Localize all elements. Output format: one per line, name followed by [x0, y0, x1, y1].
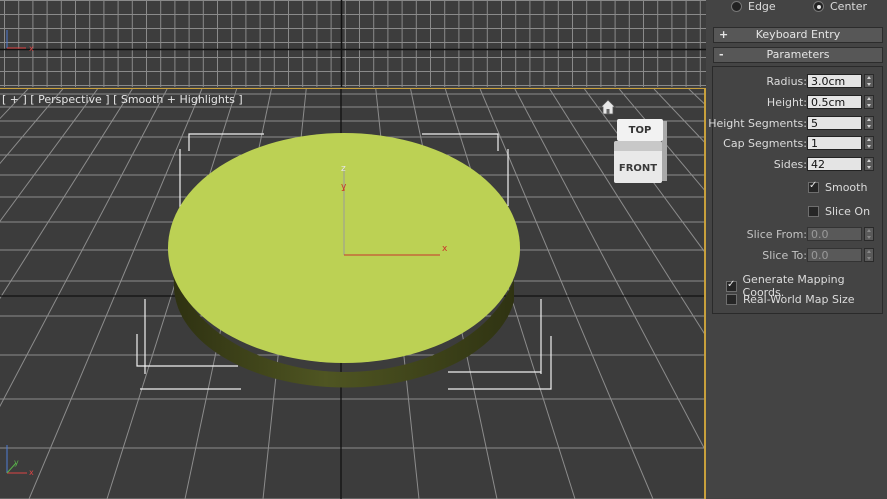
- perspective-viewport[interactable]: z y x x y [ + ] [ Perspective ] [ Smooth…: [0, 88, 706, 499]
- pivot-radio-group: Edge Center: [707, 0, 887, 14]
- height-label: Height:: [766, 96, 807, 109]
- parameters-panel: Radius: 3.0cm Height: 0.5cm Height Segme…: [708, 66, 883, 314]
- top-viewport[interactable]: x: [0, 0, 706, 87]
- cap-segments-spinner[interactable]: [864, 136, 874, 150]
- height-row: Height: 0.5cm: [713, 95, 882, 111]
- real-world-map-label: Real-World Map Size: [743, 293, 855, 306]
- home-icon[interactable]: [600, 99, 616, 115]
- rollout-collapse-icon: -: [719, 48, 724, 61]
- radius-row: Radius: 3.0cm: [713, 74, 882, 90]
- height-segments-row: Height Segments: 5: [708, 116, 882, 132]
- slice-to-label: Slice To:: [762, 249, 807, 262]
- height-segments-field[interactable]: 5: [807, 116, 862, 130]
- slice-from-label: Slice From:: [746, 228, 807, 241]
- rollout-expand-icon: +: [719, 28, 729, 41]
- height-segments-label: Height Segments:: [708, 117, 807, 130]
- height-field[interactable]: 0.5cm: [807, 95, 862, 109]
- slice-to-row: Slice To: 0.0: [713, 248, 882, 264]
- top-axis-x-label: x: [29, 44, 34, 53]
- real-world-map-checkbox[interactable]: Real-World Map Size: [726, 293, 855, 306]
- view-cube-top[interactable]: TOP: [617, 119, 663, 141]
- persp-axis-tripod: x y: [6, 445, 34, 477]
- generate-mapping-checkbox-box[interactable]: [726, 279, 737, 292]
- cap-segments-row: Cap Segments: 1: [713, 136, 882, 152]
- rollout-parameters[interactable]: - Parameters: [713, 47, 883, 63]
- gizmo-x-label: x: [442, 244, 448, 254]
- gizmo-y-label: y: [341, 182, 347, 192]
- command-panel: Edge Center + Keyboard Entry - Parameter…: [707, 0, 887, 498]
- height-segments-spinner[interactable]: [864, 116, 874, 130]
- height-spinner[interactable]: [864, 95, 874, 109]
- perspective-grid: z y x x y: [0, 89, 704, 499]
- radio-center-label: Center: [830, 0, 868, 13]
- slice-on-label: Slice On: [825, 205, 871, 218]
- view-cube[interactable]: TOP FRONT: [614, 119, 667, 185]
- top-viewport-grid: x: [0, 0, 706, 87]
- radio-edge[interactable]: Edge: [731, 0, 776, 13]
- cap-segments-field[interactable]: 1: [807, 136, 862, 150]
- rollout-keyboard-entry-title: Keyboard Entry: [755, 28, 841, 41]
- gizmo-z-label: z: [341, 164, 346, 174]
- radius-field[interactable]: 3.0cm: [807, 74, 862, 88]
- slice-on-checkbox[interactable]: Slice On: [808, 205, 870, 218]
- sides-spinner[interactable]: [864, 157, 874, 171]
- smooth-checkbox-box[interactable]: [808, 180, 819, 193]
- radio-edge-label: Edge: [748, 0, 776, 13]
- sides-field[interactable]: 42: [807, 157, 862, 171]
- smooth-checkbox[interactable]: Smooth: [808, 180, 868, 194]
- slice-on-checkbox-box[interactable]: [808, 206, 819, 217]
- slice-from-spinner[interactable]: [864, 227, 874, 241]
- view-cube-front[interactable]: FRONT: [614, 141, 662, 183]
- slice-to-field[interactable]: 0.0: [807, 248, 862, 262]
- slice-to-spinner[interactable]: [864, 248, 874, 262]
- rollout-parameters-title: Parameters: [766, 48, 830, 61]
- smooth-label: Smooth: [825, 181, 868, 194]
- rollout-keyboard-entry[interactable]: + Keyboard Entry: [713, 27, 883, 43]
- radius-label: Radius:: [766, 75, 807, 88]
- cap-segments-label: Cap Segments:: [723, 137, 807, 150]
- sides-label: Sides:: [773, 158, 807, 171]
- radio-center[interactable]: Center: [813, 0, 867, 13]
- persp-axis-y-label: y: [14, 458, 19, 467]
- slice-from-row: Slice From: 0.0: [713, 227, 882, 243]
- radius-spinner[interactable]: [864, 74, 874, 88]
- slice-from-field[interactable]: 0.0: [807, 227, 862, 241]
- viewport-label[interactable]: [ + ] [ Perspective ] [ Smooth + Highlig…: [2, 93, 243, 106]
- sides-row: Sides: 42: [713, 157, 882, 173]
- persp-axis-x-label: x: [29, 468, 34, 477]
- radio-edge-indicator[interactable]: [731, 1, 742, 12]
- radio-center-indicator[interactable]: [813, 1, 824, 12]
- real-world-map-checkbox-box[interactable]: [726, 294, 737, 305]
